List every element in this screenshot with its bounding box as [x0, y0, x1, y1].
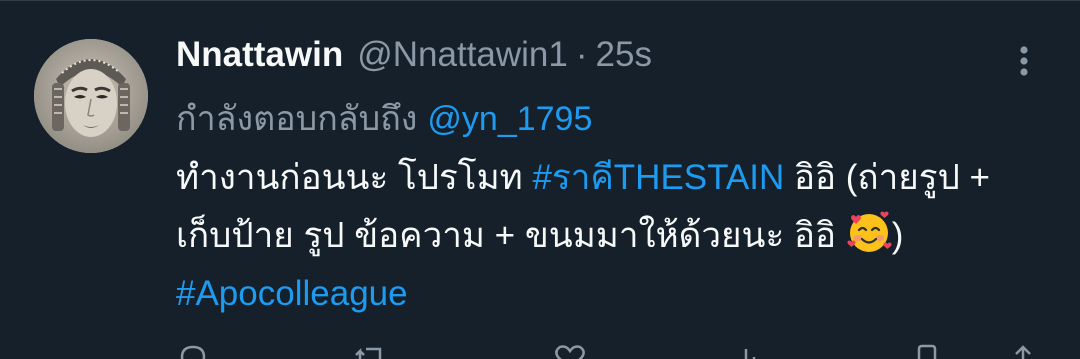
avatar[interactable] — [34, 39, 148, 153]
timestamp[interactable]: 25s — [596, 35, 652, 75]
reply-prefix: กำลังตอบกลับถึง — [176, 100, 418, 138]
avatar-image — [34, 39, 148, 153]
tweet-text-part3: ) — [891, 216, 904, 255]
share-icon[interactable] — [1010, 343, 1036, 359]
hashtag-link-apocolleague[interactable]: #Apocolleague — [176, 274, 408, 313]
bookmark-icon[interactable] — [912, 343, 942, 359]
retweet-icon[interactable] — [352, 343, 392, 359]
views-icon[interactable] — [732, 343, 762, 359]
tweet-header: Nnattawin @Nnattawin1 · 25s — [176, 35, 1036, 83]
user-handle[interactable]: @Nnattawin1 — [357, 35, 568, 75]
reply-mention-link[interactable]: @yn_1795 — [427, 100, 592, 138]
reply-icon[interactable] — [176, 343, 210, 359]
tweet-card[interactable]: Nnattawin @Nnattawin1 · 25s กำลังตอบกลับ… — [0, 0, 1080, 359]
tweet-actions — [176, 343, 1036, 359]
reply-context: กำลังตอบกลับถึง @yn_1795 — [176, 91, 1036, 138]
display-name[interactable]: Nnattawin — [176, 35, 343, 75]
more-options-button[interactable] — [1010, 43, 1038, 79]
tweet-text-part1: ทำงานก่อนนะ โปรโมท — [176, 158, 533, 197]
separator-dot: · — [575, 35, 588, 74]
like-icon[interactable] — [552, 343, 588, 359]
tweet-text: ทำงานก่อนนะ โปรโมท #ราคีTHESTAIN อิอิ (ถ… — [176, 149, 1036, 323]
hashtag-link-thestain[interactable]: #ราคีTHESTAIN — [532, 158, 784, 197]
smiling-face-with-hearts-icon — [846, 210, 892, 256]
tweet-content: Nnattawin @Nnattawin1 · 25s กำลังตอบกลับ… — [176, 35, 1036, 323]
more-vertical-icon — [1020, 46, 1028, 76]
